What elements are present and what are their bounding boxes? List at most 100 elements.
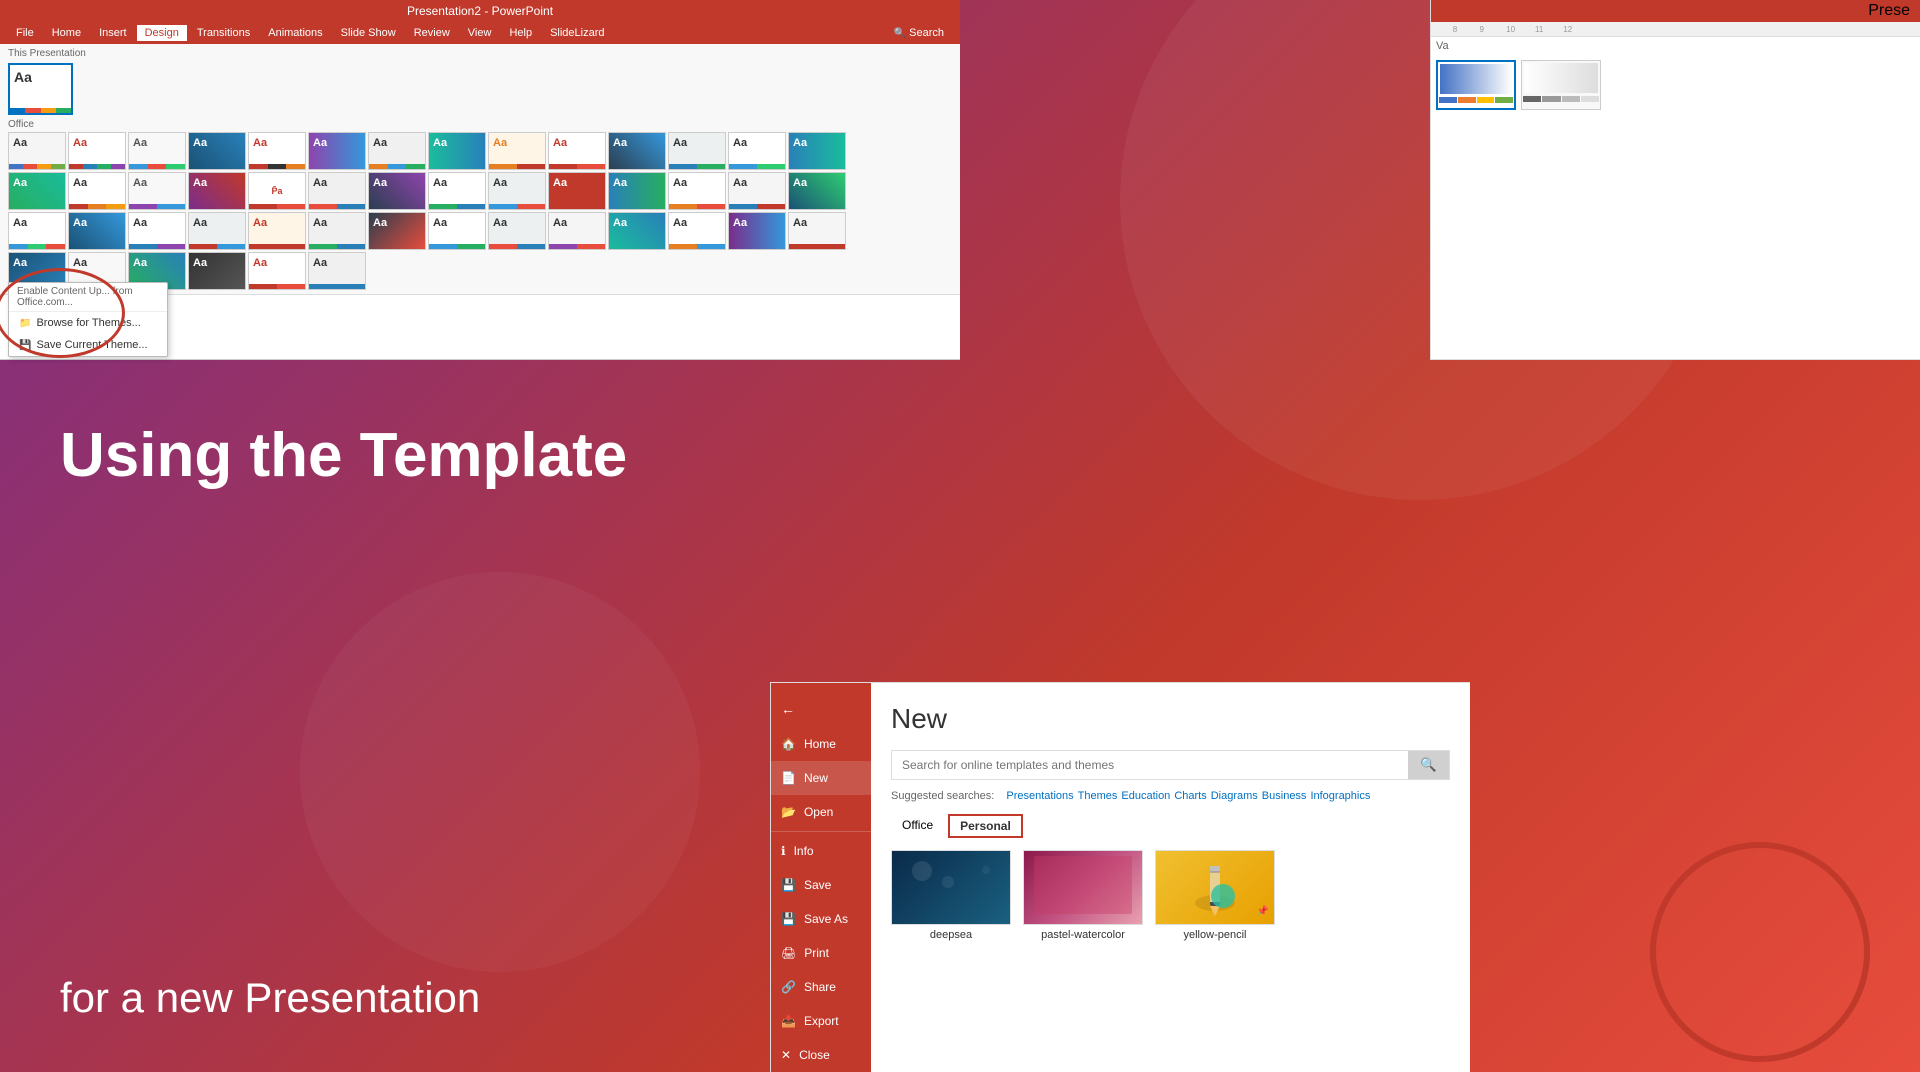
theme-r3-9[interactable]: Aa [488, 212, 546, 250]
template-thumb-yellow: yellow-pencil 📌 [1155, 850, 1275, 925]
theme-r2-14[interactable]: Aa [788, 172, 846, 210]
search-box[interactable]: 🔍 Search [886, 25, 952, 41]
suggested-charts[interactable]: Charts [1174, 790, 1206, 802]
theme-r2-1[interactable]: Aa [8, 172, 66, 210]
theme-r3-8[interactable]: Aa [428, 212, 486, 250]
theme-r2-13[interactable]: Aa [728, 172, 786, 210]
theme-r3-5[interactable]: Aa [248, 212, 306, 250]
tab-review[interactable]: Review [406, 25, 458, 41]
theme-r3-4[interactable]: Aa [188, 212, 246, 250]
filter-personal[interactable]: Personal [948, 814, 1023, 838]
theme-r2-9[interactable]: Aa [488, 172, 546, 210]
theme-r2-4[interactable]: Aa [188, 172, 246, 210]
sidebar-home[interactable]: 🏠 Home [771, 727, 871, 761]
suggested-presentations[interactable]: Presentations [1006, 790, 1073, 802]
theme-3[interactable]: Aa [128, 132, 186, 170]
browse-themes-label: Browse for Themes... [36, 317, 140, 329]
theme-10[interactable]: Aa [548, 132, 606, 170]
sidebar-open[interactable]: 📂 Open [771, 795, 871, 829]
template-thumb-deepsea [891, 850, 1011, 925]
app-title: Presentation2 - PowerPoint [407, 4, 553, 18]
themes-grid-row2: Aa Aa Aa Aa P̄a Aa Aa [8, 172, 952, 210]
tab-file[interactable]: File [8, 25, 42, 41]
theme-r4-5[interactable]: Aa [248, 252, 306, 290]
theme-r4-4[interactable]: Aa [188, 252, 246, 290]
sidebar-export[interactable]: 📤 Export [771, 1004, 871, 1038]
theme-r3-6[interactable]: Aa [308, 212, 366, 250]
suggested-education[interactable]: Education [1121, 790, 1170, 802]
filter-office[interactable]: Office [891, 814, 944, 838]
theme-4[interactable]: Aa [188, 132, 246, 170]
sidebar-new[interactable]: 📄 New [771, 761, 871, 795]
suggested-themes[interactable]: Themes [1078, 790, 1118, 802]
theme-r3-7[interactable]: Aa [368, 212, 426, 250]
theme-12[interactable]: Aa [668, 132, 726, 170]
tab-home[interactable]: Home [44, 25, 89, 41]
sidebar-share[interactable]: 🔗 Share [771, 970, 871, 1004]
tab-transitions[interactable]: Transitions [189, 25, 258, 41]
save-theme-label: Save Current Theme... [36, 339, 147, 351]
current-theme[interactable]: Aa [8, 63, 73, 115]
theme-r2-8[interactable]: Aa [428, 172, 486, 210]
sidebar-info[interactable]: ℹ Info [771, 834, 871, 868]
suggested-business[interactable]: Business [1262, 790, 1307, 802]
theme-8[interactable]: Aa [428, 132, 486, 170]
suggested-diagrams[interactable]: Diagrams [1211, 790, 1258, 802]
sidebar-save-as[interactable]: 💾 Save As [771, 902, 871, 936]
sidebar-close[interactable]: ✕ Close [771, 1038, 871, 1072]
tab-view[interactable]: View [460, 25, 500, 41]
theme-r2-6[interactable]: Aa [308, 172, 366, 210]
theme-r3-10[interactable]: Aa [548, 212, 606, 250]
theme-7[interactable]: Aa [368, 132, 426, 170]
ppt-new-panel: ← 🏠 Home 📄 New 📂 Open ℹ Info 💾 Save 💾 Sa… [770, 682, 1470, 1072]
theme-5[interactable]: Aa [248, 132, 306, 170]
theme-r2-10[interactable]: Aa [548, 172, 606, 210]
suggested-infographics[interactable]: Infographics [1310, 790, 1370, 802]
right-theme-2[interactable] [1521, 60, 1601, 110]
sidebar-back[interactable]: ← [771, 691, 871, 727]
theme-r4-6[interactable]: Aa [308, 252, 366, 290]
template-pastel[interactable]: pastel-watercolor [1023, 850, 1143, 941]
browse-themes-item[interactable]: 📁 Browse for Themes... [9, 312, 167, 334]
tab-design[interactable]: Design [137, 25, 187, 41]
ppt-right-window: 8 9 10 11 12 Va [1430, 0, 1920, 360]
theme-r2-3[interactable]: Aa [128, 172, 186, 210]
theme-r2-5[interactable]: P̄a [248, 172, 306, 210]
theme-14[interactable]: Aa [788, 132, 846, 170]
theme-1[interactable]: Aa [8, 132, 66, 170]
pin-icon: 📌 [1256, 906, 1270, 920]
tab-animations[interactable]: Animations [260, 25, 330, 41]
template-search-input[interactable] [892, 752, 1408, 778]
theme-9[interactable]: Aa [488, 132, 546, 170]
theme-6[interactable]: Aa [308, 132, 366, 170]
tab-slidelizard[interactable]: SlideLizard [542, 25, 612, 41]
theme-r3-11[interactable]: Aa [608, 212, 666, 250]
theme-13[interactable]: Aa [728, 132, 786, 170]
template-deepsea[interactable]: deepsea [891, 850, 1011, 941]
sidebar-save[interactable]: 💾 Save [771, 868, 871, 902]
templates-row: deepsea pastel-watercolor yellow-pencil [891, 850, 1450, 941]
theme-r2-11[interactable]: Aa [608, 172, 666, 210]
sidebar-print[interactable]: 🖨 Print [771, 936, 871, 970]
theme-r3-12[interactable]: Aa [668, 212, 726, 250]
theme-r2-2[interactable]: Aa [68, 172, 126, 210]
save-theme-item[interactable]: 💾 Save Current Theme... [9, 334, 167, 356]
presenter-text: Prese [1868, 2, 1910, 20]
theme-r3-14[interactable]: Aa [788, 212, 846, 250]
theme-r3-1[interactable]: Aa [8, 212, 66, 250]
tab-slideshow[interactable]: Slide Show [333, 25, 404, 41]
template-yellow-pencil[interactable]: yellow-pencil 📌 yellow-p [1155, 850, 1275, 941]
theme-r3-13[interactable]: Aa [728, 212, 786, 250]
template-label-pastel: pastel-watercolor [1023, 929, 1143, 941]
right-theme-1[interactable] [1436, 60, 1516, 110]
theme-r3-2[interactable]: Aa [68, 212, 126, 250]
theme-2[interactable]: Aa [68, 132, 126, 170]
tab-help[interactable]: Help [501, 25, 540, 41]
tab-insert[interactable]: Insert [91, 25, 135, 41]
theme-r3-3[interactable]: Aa [128, 212, 186, 250]
theme-r2-7[interactable]: Aa [368, 172, 426, 210]
template-search-button[interactable]: 🔍 [1408, 751, 1449, 779]
search-magnifier-icon: 🔍 [1420, 757, 1437, 772]
theme-r2-12[interactable]: Aa [668, 172, 726, 210]
theme-11[interactable]: Aa [608, 132, 666, 170]
